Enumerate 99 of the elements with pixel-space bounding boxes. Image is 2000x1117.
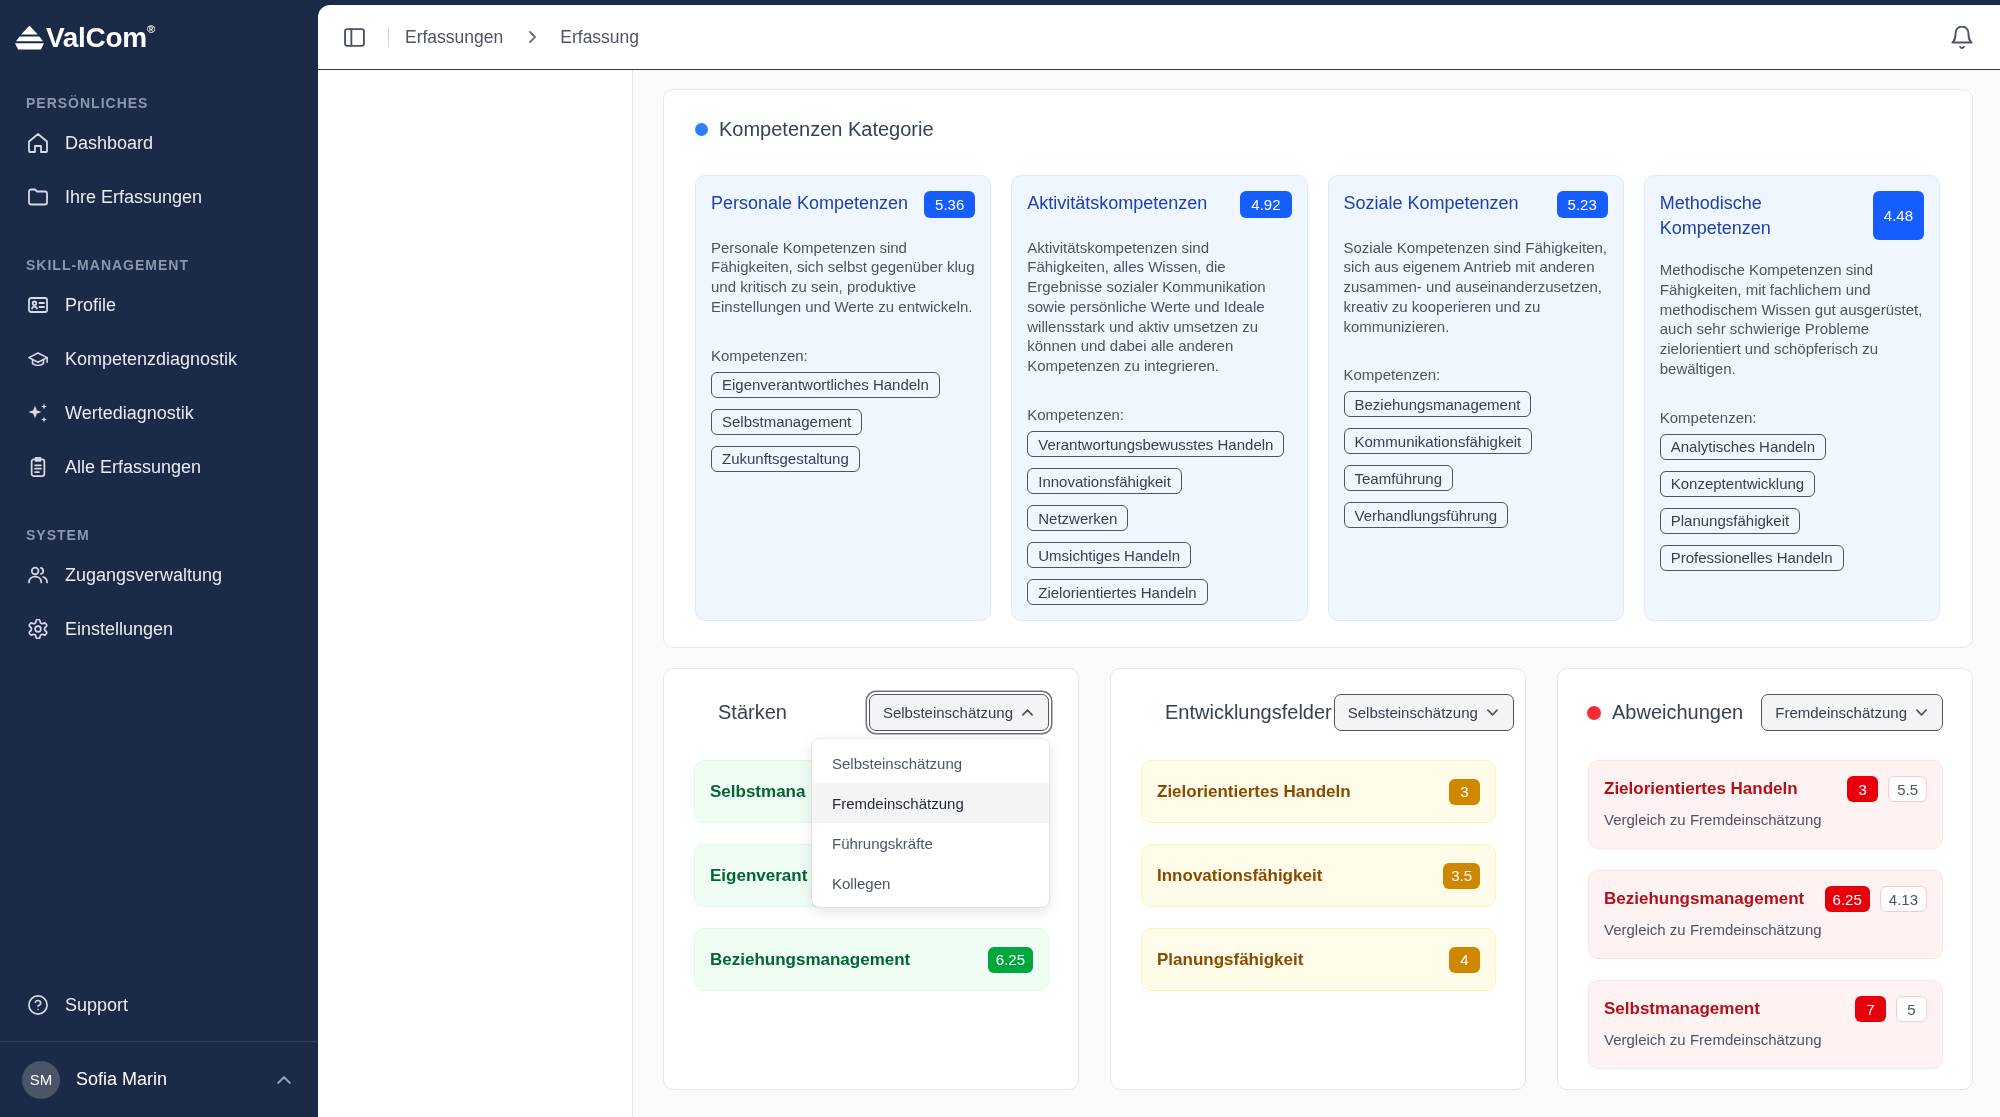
item-name: Selbstmana: [710, 781, 806, 802]
card-title: Methodische Kompetenzen: [1659, 192, 1772, 240]
help-icon: [28, 995, 48, 1015]
score-badge: 4.48: [1872, 191, 1924, 240]
logo-icon: [15, 25, 44, 50]
competency-tag: Professionelles Handeln: [1659, 544, 1844, 571]
card-title: Personale Kompetenzen: [711, 192, 910, 215]
competency-tag: Kommunikationsfähigkeit: [1343, 428, 1533, 455]
nav-item[interactable]: Profile: [0, 278, 318, 332]
score-badge: 7: [1855, 996, 1886, 1023]
competency-tag: Konzeptentwicklung: [1659, 470, 1816, 497]
dropdown-option[interactable]: Fremdeinschätzung: [812, 783, 1049, 824]
item-name: Eigenverant: [710, 865, 808, 886]
nav-item[interactable]: Ihre Erfassungen: [0, 170, 318, 224]
competency-tag: Umsichtiges Handeln: [1027, 542, 1191, 569]
card-title: Aktivitätskompetenzen: [1027, 192, 1209, 215]
avatar: SM: [22, 1060, 60, 1099]
dropdown-select[interactable]: Selbsteinschätzung: [1333, 694, 1514, 732]
item-name: Selbstmanagement: [1604, 999, 1761, 1020]
sidebar-toggle-icon[interactable]: [344, 27, 365, 47]
clipboard-icon: [28, 457, 48, 477]
list-label: Kompetenzen:: [711, 345, 808, 366]
item-name: Zielorientiertes Handeln: [1604, 779, 1799, 800]
card-title: Soziale Kompetenzen: [1343, 192, 1520, 215]
comparison-note: Vergleich zu Fremdeinschätzung: [1604, 920, 1822, 941]
score-badge: 6.25: [1824, 886, 1870, 913]
competency-tag: Planungsfähigkeit: [1659, 507, 1801, 534]
item-name: Beziehungsmanagement: [1604, 889, 1806, 910]
competency-tag: Netzwerken: [1027, 505, 1129, 532]
nav-item[interactable]: Support: [0, 978, 318, 1032]
competency-tag: Verantwortungsbewusstes Handeln: [1027, 431, 1285, 458]
competency-tag: Zukunftsgestaltung: [711, 445, 860, 472]
dropdown-option[interactable]: Selbsteinschätzung: [812, 743, 1049, 784]
nav-item[interactable]: Zugangsverwaltung: [0, 548, 318, 602]
competency-tag: Beziehungsmanagement: [1343, 391, 1532, 418]
nav-item[interactable]: Kompetenzdiagnostik: [0, 332, 318, 386]
dropdown-select[interactable]: Fremdeinschätzung: [1761, 694, 1943, 732]
chevron-up-icon[interactable]: [277, 1075, 291, 1084]
chevron-right-icon: [529, 31, 537, 43]
card-description: Soziale Kompetenzen sind Fähigkeiten, sich aus eigenem Antrieb mit anderen zusammen- und auseinanderzusetzen, kreativ zu kooperieren und zu kommunizieren.: [1343, 237, 1608, 337]
panel-title: Stärken: [718, 701, 787, 725]
nav-item[interactable]: Einstellungen: [0, 602, 318, 656]
score-badge: 6.25: [987, 946, 1033, 973]
panel-title: Abweichungen: [1612, 701, 1744, 725]
score-badge: 3: [1847, 776, 1879, 803]
comparison-badge: 5: [1896, 996, 1927, 1023]
users-icon: [28, 565, 48, 585]
score-badge: 5.36: [924, 191, 976, 218]
user-name: Sofia Marin: [76, 1069, 168, 1090]
logo-text: ValCom$^{®}$: [46, 20, 155, 55]
breadcrumb-current: Erfassung: [560, 26, 640, 48]
comparison-note: Vergleich zu Fremdeinschätzung: [1604, 810, 1822, 831]
nav-item[interactable]: Alle Erfassungen: [0, 440, 318, 494]
panel-title: Entwicklungsfelder: [1165, 701, 1332, 725]
bell-icon[interactable]: [1951, 25, 1973, 49]
settings-icon: [28, 619, 48, 639]
list-label: Kompetenzen:: [1343, 365, 1441, 386]
competency-tag: Verhandlungsführung: [1343, 502, 1509, 529]
comparison-badge: 5.5: [1888, 776, 1927, 803]
section-heading: SYSTEM: [25, 526, 90, 545]
chevron-down-icon: [1486, 709, 1498, 717]
dropdown-select[interactable]: Selbsteinschätzung: [868, 694, 1049, 732]
chevron-up-icon: [1022, 709, 1033, 717]
item-name: Beziehungsmanagement: [710, 949, 911, 970]
score-badge: 3: [1449, 778, 1480, 805]
score-badge: 4: [1449, 946, 1480, 973]
graduation-cap-icon: [28, 349, 48, 369]
list-label: Kompetenzen:: [1659, 407, 1757, 428]
competency-tag: Zielorientiertes Handeln: [1027, 579, 1208, 606]
card-description: Personale Kompetenzen sind Fähigkeiten, sich selbst gegenüber klug und kritisch zu sein, produktive Einstellungen und Werte zu entwickeln.: [711, 237, 976, 317]
card-description: Methodische Kompetenzen sind Fähigkeiten, mit fachlichem und methodischem Wissen gut ausgerüstet, auch sehr schwierige Probleme zielorientiert und schöpferisch zu bewältigen.: [1659, 260, 1924, 379]
folder-icon: [28, 187, 48, 207]
home-icon: [28, 133, 48, 153]
section-heading: PERSÖNLICHES: [25, 94, 149, 113]
nav-item[interactable]: Wertediagnostik: [0, 386, 318, 440]
competency-tag: Innovationsfähigkeit: [1027, 468, 1182, 495]
competency-tag: Selbstmanagement: [711, 408, 863, 435]
comparison-note: Vergleich zu Fremdeinschätzung: [1604, 1030, 1822, 1051]
nav-item[interactable]: Dashboard: [0, 116, 318, 170]
score-badge: 3.5: [1443, 862, 1480, 889]
competency-tag: Analytisches Handeln: [1659, 433, 1826, 460]
chevron-down-icon: [1916, 709, 1927, 717]
section-heading: SKILL-MANAGEMENT: [25, 256, 189, 275]
score-badge: 4.92: [1240, 191, 1292, 218]
list-label: Kompetenzen:: [1027, 405, 1124, 426]
competency-tag: Teamführung: [1343, 465, 1454, 492]
sparkles-icon: [28, 403, 48, 423]
comparison-badge: 4.13: [1879, 886, 1927, 913]
breadcrumb-link[interactable]: Erfassungen: [405, 26, 504, 48]
competency-tag: Eigenverantwortliches Handeln: [711, 371, 940, 398]
dropdown-option[interactable]: Kollegen: [812, 863, 1049, 904]
card-description: Aktivitätskompetenzen sind Fähigkeiten, alles Wissen, die Ergebnisse sozialer Kommunikation sowie persönliche Werte und Ideale willensstark und aktiv umsetzen zu können und dabei alle anderen Kompetenzen zu integrieren.: [1027, 237, 1267, 377]
score-badge: 5.23: [1556, 191, 1608, 218]
item-name: Innovationsfähigkeit: [1157, 865, 1323, 886]
dropdown-option[interactable]: Führungskräfte: [812, 823, 1049, 864]
section-title: Kompetenzen Kategorie: [719, 117, 934, 141]
id-card-icon: [28, 295, 48, 315]
item-name: Planungsfähigkeit: [1157, 949, 1304, 970]
item-name: Zielorientiertes Handeln: [1157, 781, 1351, 802]
